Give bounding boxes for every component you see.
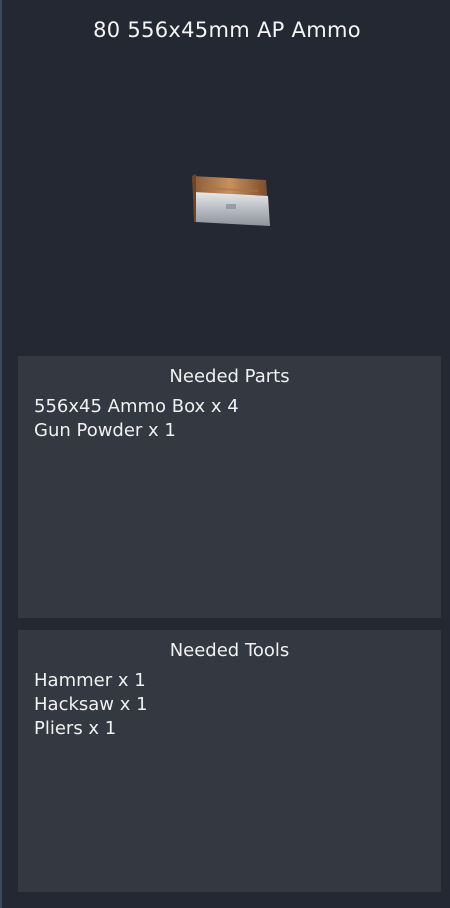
needed-parts-header: Needed Parts [169,366,290,387]
item-title: 80 556x45mm AP Ammo [93,18,361,42]
needed-tools-section: Needed Tools Hammer x 1 Hacksaw x 1 Plie… [18,630,441,892]
list-item: Gun Powder x 1 [34,420,176,441]
list-item: Hammer x 1 [34,670,146,691]
needed-tools-list: Hammer x 1 Hacksaw x 1 Pliers x 1 [34,669,441,741]
list-item: Pliers x 1 [34,718,117,739]
ammo-box-icon [192,174,270,226]
needed-tools-header: Needed Tools [169,640,290,661]
needed-parts-list: 556x45 Ammo Box x 4 Gun Powder x 1 [34,395,441,443]
list-item: Hacksaw x 1 [34,694,148,715]
crafting-detail-panel: 80 556x45mm AP Ammo Needed Parts 556x45 … [0,0,450,908]
needed-parts-section: Needed Parts 556x45 Ammo Box x 4 Gun Pow… [18,356,441,618]
list-item: 556x45 Ammo Box x 4 [34,396,239,417]
